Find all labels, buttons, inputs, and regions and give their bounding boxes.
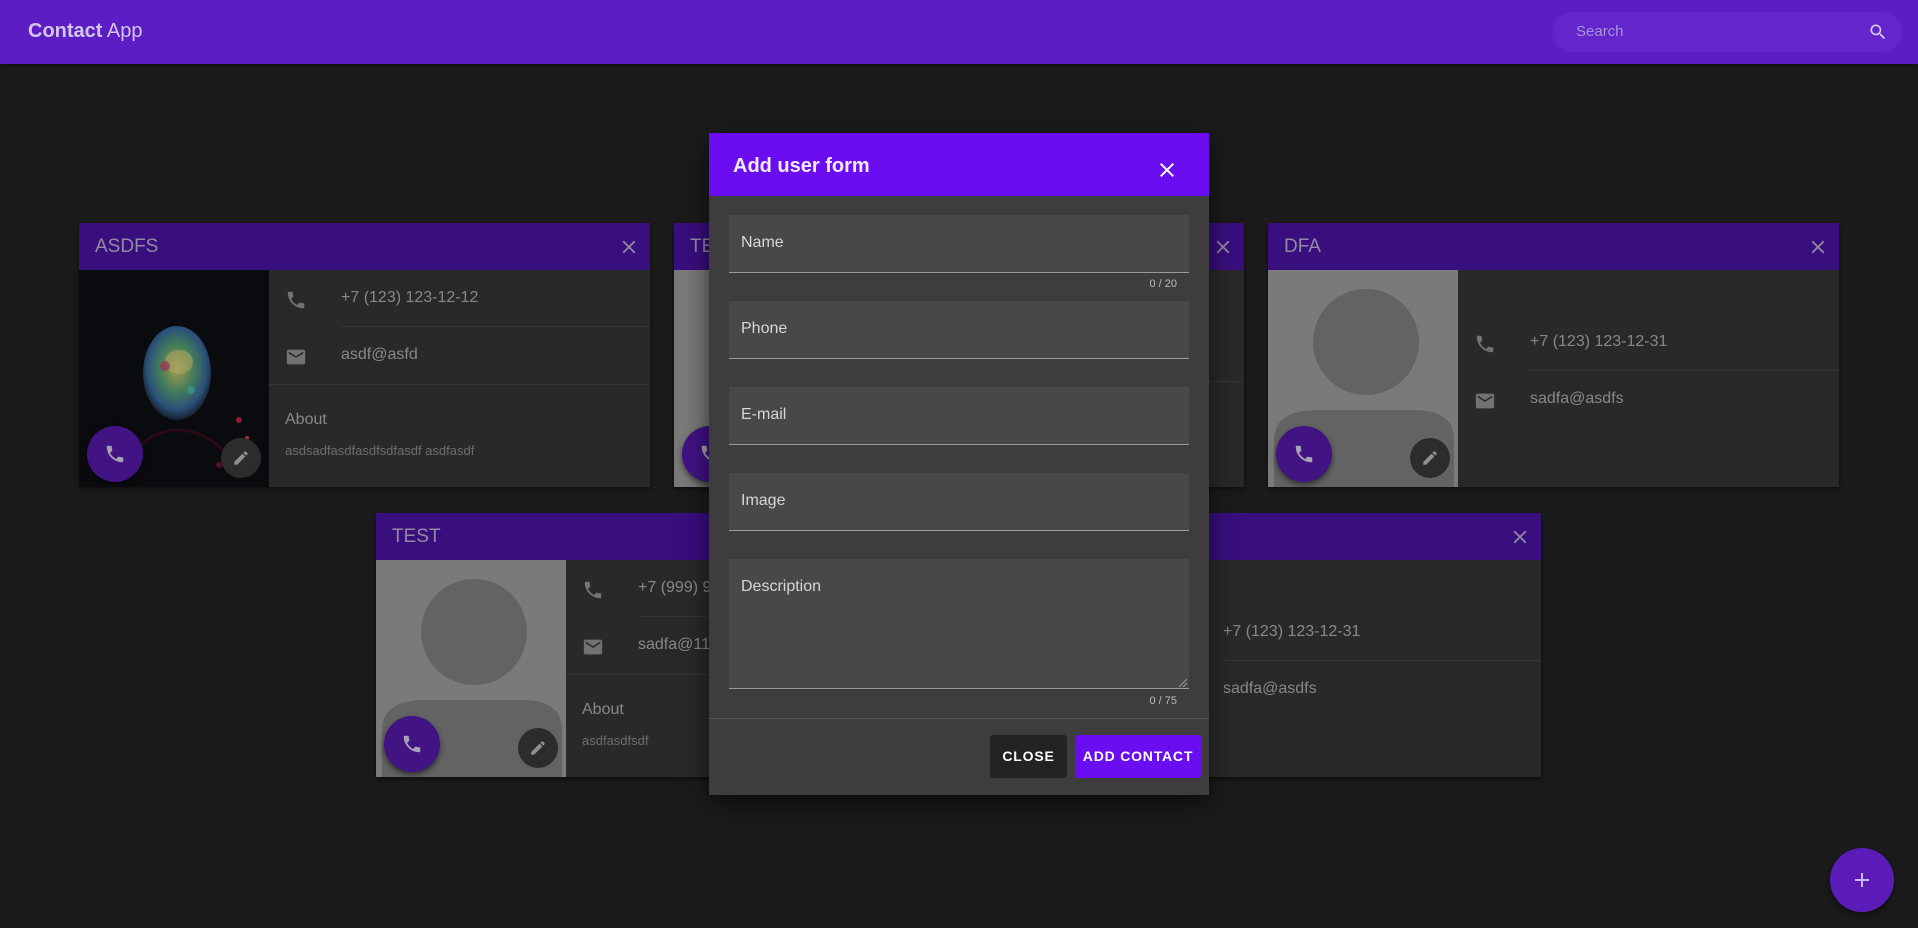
description-textarea[interactable]: Description: [729, 559, 1189, 689]
description-label: Description: [741, 578, 822, 595]
app-bar: Contact App Search: [0, 0, 1918, 64]
app-title: Contact App: [28, 20, 143, 43]
search-input[interactable]: Search: [1576, 23, 1624, 40]
resize-grip-icon[interactable]: [1179, 679, 1187, 687]
description-counter: 0 / 75: [1149, 695, 1177, 707]
name-counter: 0 / 20: [1149, 278, 1177, 290]
close-icon[interactable]: [1155, 158, 1179, 182]
search-bar[interactable]: Search: [1552, 12, 1902, 52]
dialog-title: Add user form: [733, 155, 870, 177]
email-field[interactable]: E-mail: [729, 387, 1189, 445]
phone-label: Phone: [741, 320, 788, 337]
close-button[interactable]: CLOSE: [990, 735, 1067, 778]
brand-bold: Contact: [28, 20, 103, 42]
image-label: Image: [741, 492, 786, 509]
divider: [709, 718, 1209, 719]
name-label: Name: [741, 234, 784, 251]
image-field[interactable]: Image: [729, 473, 1189, 531]
add-user-dialog: Add user form Name 0 / 20 Phone E-mail I…: [709, 133, 1209, 795]
search-icon[interactable]: [1868, 22, 1888, 42]
add-contact-fab[interactable]: [1830, 848, 1894, 912]
phone-field[interactable]: Phone: [729, 301, 1189, 359]
email-label: E-mail: [741, 406, 787, 423]
brand-rest: App: [106, 20, 143, 42]
name-field[interactable]: Name: [729, 215, 1189, 273]
dialog-header: Add user form: [709, 133, 1209, 196]
add-contact-button[interactable]: ADD CONTACT: [1075, 735, 1201, 778]
plus-icon: [1855, 873, 1869, 887]
